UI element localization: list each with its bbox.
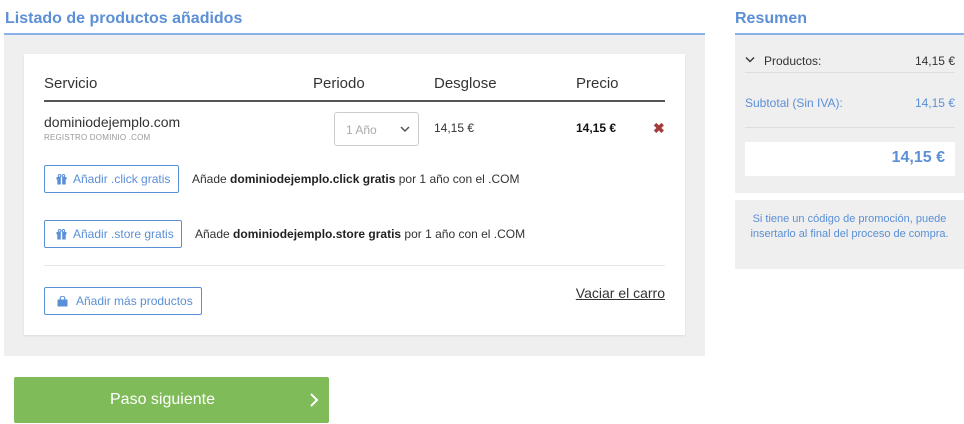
add-store-button[interactable]: Añadir .store gratis: [44, 220, 182, 248]
chevron-right-icon: [310, 393, 319, 407]
summary-panel: Productos: 14,15 € Subtotal (Sin IVA): 1…: [735, 35, 964, 193]
cart-section: Listado de productos añadidos Servicio P…: [4, 0, 705, 356]
domain-subtitle: REGISTRO DOMINIO .COM: [44, 133, 151, 142]
remove-item-button[interactable]: ✖: [653, 120, 665, 137]
add-click-button[interactable]: Añadir .click gratis: [44, 165, 179, 193]
cart-panel: Servicio Periodo Desglose Precio dominio…: [4, 35, 705, 356]
cart-card: Servicio Periodo Desglose Precio dominio…: [24, 54, 685, 335]
empty-cart-link[interactable]: Vaciar el carro: [576, 285, 665, 301]
add-more-products-button[interactable]: Añadir más productos: [44, 287, 202, 315]
summary-section: Resumen Productos: 14,15 € Subtotal (Sin…: [735, 0, 964, 269]
add-store-label: Añadir .store gratis: [73, 227, 174, 241]
card-divider: [44, 265, 665, 266]
gift-icon: [56, 228, 67, 239]
next-step-button[interactable]: Paso siguiente: [14, 377, 329, 423]
period-select[interactable]: 1 Año: [334, 112, 419, 146]
summary-total: 14,15 €: [891, 149, 945, 166]
header-precio: Precio: [576, 75, 619, 92]
promo-store-text: Añade dominiodejemplo.store gratis por 1…: [195, 227, 526, 241]
cart-title: Listado de productos añadidos: [4, 0, 705, 35]
header-servicio: Servicio: [44, 75, 98, 92]
row-precio: 14,15 €: [576, 121, 617, 135]
chevron-down-icon: [400, 126, 410, 133]
gift-icon: [56, 173, 67, 184]
summary-products-value: 14,15 €: [914, 54, 955, 68]
domain-name: dominiodejemplo.com: [44, 114, 181, 130]
next-step-label: Paso siguiente: [110, 391, 215, 408]
header-desglose: Desglose: [434, 75, 497, 92]
summary-subtotal-value: 14,15 €: [914, 96, 955, 110]
summary-total-box: 14,15 €: [745, 142, 955, 176]
header-divider: [44, 100, 665, 102]
summary-title: Resumen: [735, 0, 964, 35]
row-desglose: 14,15 €: [434, 121, 475, 135]
summary-products-label: Productos:: [764, 54, 822, 68]
summary-subtotal-row: Subtotal (Sin IVA): 14,15 €: [745, 73, 955, 128]
period-value: 1 Año: [346, 123, 377, 137]
header-periodo: Periodo: [313, 75, 365, 92]
add-more-products-label: Añadir más productos: [76, 294, 193, 308]
add-click-label: Añadir .click gratis: [73, 172, 171, 186]
summary-subtotal-label: Subtotal (Sin IVA):: [745, 96, 843, 110]
summary-products-row[interactable]: Productos: 14,15 €: [745, 35, 955, 73]
promo-click-text: Añade dominiodejemplo.click gratis por 1…: [192, 172, 520, 186]
shopping-bag-icon: [57, 295, 68, 306]
chevron-down-icon: [745, 57, 755, 63]
promo-note: Si tiene un código de promoción, puede i…: [735, 200, 964, 269]
